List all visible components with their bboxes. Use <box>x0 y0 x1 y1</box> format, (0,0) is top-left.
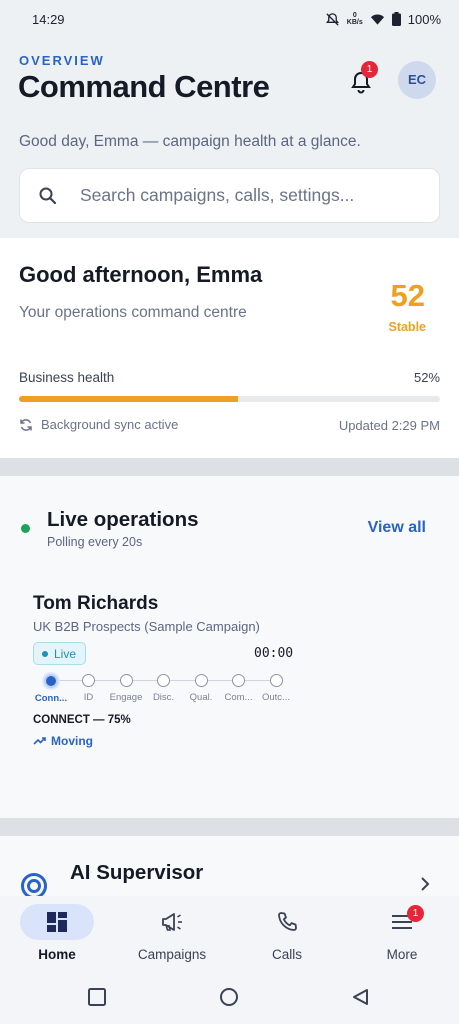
health-progress-fill <box>19 396 238 402</box>
battery-icon <box>391 12 401 26</box>
call-stage-6: Outc... <box>258 674 294 703</box>
status-icons: 0 KB/s 100% <box>325 12 441 27</box>
section-divider <box>0 458 459 476</box>
stage-node <box>157 674 170 687</box>
megaphone-icon <box>162 913 182 931</box>
stage-label: Engage <box>109 692 143 703</box>
stage-progress: CONNECT — 75% <box>33 714 131 726</box>
wifi-icon <box>370 13 384 25</box>
nav-campaigns[interactable]: Campaigns <box>122 904 222 962</box>
nav-more[interactable]: 1 More <box>352 904 452 962</box>
recent-apps-icon[interactable] <box>88 988 106 1006</box>
call-stage-5: Com... <box>221 674 257 703</box>
status-bar: 14:29 0 KB/s 100% <box>0 0 459 38</box>
health-progress-bar <box>19 396 440 402</box>
call-stage-0: Conn... <box>33 674 69 704</box>
health-bar-label: Business health <box>19 370 115 385</box>
phone-icon <box>278 912 297 931</box>
back-icon[interactable] <box>352 988 370 1006</box>
notification-badge: 1 <box>361 61 378 78</box>
updated-time: Updated 2:29 PM <box>338 418 440 433</box>
search-input[interactable] <box>80 185 420 206</box>
nav-home-pill <box>20 904 94 940</box>
ai-supervisor-title: AI Supervisor <box>70 861 204 884</box>
call-status-badge: Live <box>33 642 87 665</box>
stage-label: Outc... <box>262 692 290 703</box>
business-health-card: Good afternoon, Emma Your operations com… <box>0 238 459 458</box>
search-bar[interactable] <box>19 168 440 223</box>
stage-node <box>82 674 95 687</box>
page-title: Command Centre <box>18 69 270 104</box>
page-overline: OVERVIEW <box>19 53 105 68</box>
bottom-navigation: Home Campaigns Calls 1 More <box>0 896 459 970</box>
stage-label: Conn... <box>34 693 68 704</box>
sync-icon <box>20 418 32 431</box>
header-subtitle: Good day, Emma — campaign health at a gl… <box>19 133 361 150</box>
notifications-button[interactable]: 1 <box>347 61 378 96</box>
network-speed: 0 KB/s <box>346 12 363 26</box>
avatar[interactable]: EC <box>398 61 436 99</box>
call-stage-2: Engage <box>108 674 144 703</box>
ai-supervisor-card[interactable]: AI Supervisor <box>0 836 459 899</box>
stage-label: ID <box>83 692 94 703</box>
sync-status: Background sync active <box>19 417 178 432</box>
stage-label: Com... <box>224 692 253 703</box>
nav-calls[interactable]: Calls <box>237 904 337 962</box>
call-stage-4: Qual. <box>183 674 219 703</box>
stage-label: Disc. <box>152 692 175 703</box>
trending-up-icon <box>33 737 46 745</box>
view-all-link[interactable]: View all <box>368 519 426 537</box>
stage-node <box>44 674 58 688</box>
call-stage-1: ID <box>71 674 107 703</box>
chevron-right-icon <box>421 877 430 891</box>
health-bar-percent: 52% <box>413 370 440 385</box>
status-dot <box>42 650 48 657</box>
sync-text: Background sync active <box>41 417 179 432</box>
health-score-label: Stable <box>388 320 426 334</box>
battery-level: 100% <box>407 11 441 27</box>
section-divider <box>0 818 459 836</box>
more-badge: 1 <box>407 905 424 922</box>
health-subtitle: Your operations command centre <box>19 304 247 321</box>
stage-label: Qual. <box>189 692 213 703</box>
search-icon <box>39 187 57 204</box>
call-stage-stepper: Conn... ID Engage Disc. Qual. Com... Outc... <box>33 674 303 704</box>
system-navigation-bar <box>0 970 459 1024</box>
status-time: 14:29 <box>32 11 65 27</box>
nav-home[interactable]: Home <box>7 904 107 962</box>
live-operations-card: Live operations Polling every 20s View a… <box>0 476 459 818</box>
page-header: OVERVIEW Command Centre 1 EC Good day, E… <box>0 38 459 238</box>
notifications-muted-icon <box>325 12 339 26</box>
trend-indicator: Moving <box>33 734 93 748</box>
live-indicator-dot <box>21 524 30 533</box>
call-contact-name[interactable]: Tom Richards <box>33 593 158 615</box>
call-timer: 00:00 <box>254 646 294 661</box>
stage-node <box>119 674 133 687</box>
home-icon[interactable] <box>219 988 239 1008</box>
stage-node <box>232 674 245 687</box>
health-greeting: Good afternoon, Emma <box>19 262 263 287</box>
stage-node <box>194 674 208 687</box>
stage-node <box>269 674 283 687</box>
live-operations-title: Live operations <box>47 508 199 531</box>
health-score: 52 <box>390 278 425 313</box>
dashboard-icon <box>47 912 67 932</box>
polling-interval: Polling every 20s <box>47 535 143 549</box>
call-campaign-name: UK B2B Prospects (Sample Campaign) <box>33 619 260 634</box>
call-stage-3: Disc. <box>146 674 182 703</box>
